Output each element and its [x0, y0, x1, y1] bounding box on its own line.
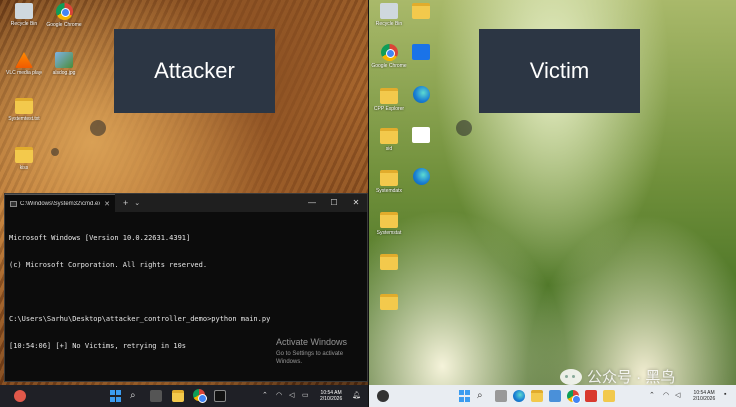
cpp-explorer-desktop-icon[interactable]: CPP Explorer	[371, 88, 407, 112]
weather-icon[interactable]	[377, 390, 389, 402]
image-desktop-icon[interactable]: alsdog.jpg	[46, 52, 82, 76]
windows-start-icon[interactable]	[110, 390, 122, 402]
edge-desktop-icon[interactable]	[403, 86, 439, 103]
close-icon[interactable]: ✕	[345, 194, 367, 212]
notification-icon[interactable]: 🔔︎	[352, 391, 361, 399]
systemdatx-desktop-icon[interactable]: Systemdatx	[371, 170, 407, 194]
folder-icon	[380, 212, 398, 228]
folder-icon	[15, 147, 33, 163]
cmd-icon	[10, 200, 17, 207]
document-icon	[412, 127, 430, 143]
vlc-icon	[15, 52, 33, 68]
task-view-icon[interactable]	[495, 390, 507, 402]
edge-icon	[412, 168, 430, 185]
task-view-icon[interactable]	[150, 390, 162, 402]
victim-label: Victim	[479, 29, 640, 113]
folder-icon	[380, 294, 398, 310]
wechat-icon	[560, 368, 582, 385]
vlc-desktop-icon[interactable]: VLC media player.lnk	[6, 52, 42, 76]
file-explorer-icon[interactable]	[172, 390, 184, 402]
app-desktop-icon[interactable]	[403, 44, 439, 60]
chrome-taskbar-icon[interactable]	[567, 390, 581, 404]
clock[interactable]: 10:54 AM 2/10/2026	[320, 390, 342, 402]
file-explorer-icon[interactable]	[531, 390, 543, 402]
chrome-desktop-icon[interactable]: Google Chrome	[371, 44, 407, 69]
app-taskbar-icon[interactable]	[603, 390, 615, 402]
weather-icon[interactable]	[14, 390, 26, 402]
victim-desktop: Victim Recycle Bin Google Chrome CPP Exp…	[369, 0, 736, 407]
app-icon	[412, 44, 430, 60]
chrome-icon	[380, 44, 398, 61]
folder-icon	[380, 254, 398, 270]
edge-desktop-icon[interactable]	[403, 168, 439, 185]
windows-start-icon[interactable]	[459, 390, 471, 402]
clock[interactable]: 10:54 AM 2/10/2026	[693, 390, 715, 402]
terminal-taskbar-icon[interactable]	[214, 390, 226, 402]
folder-desktop-icon[interactable]	[371, 294, 407, 310]
folder-icon	[15, 98, 33, 114]
new-tab-icon[interactable]: +	[123, 198, 128, 208]
systemstat-desktop-icon[interactable]: Systemstat	[371, 212, 407, 236]
folder-icon	[380, 88, 398, 104]
terminal-line: (c) Microsoft Corporation. All rights re…	[9, 261, 208, 269]
chrome-icon	[55, 3, 73, 20]
search-icon[interactable]: ⌕	[477, 390, 489, 402]
folder-icon	[412, 3, 430, 19]
watermark: 公众号 · 黑鸟	[560, 366, 675, 387]
chrome-desktop-icon[interactable]: Google Chrome	[46, 3, 82, 28]
terminal-line: ​	[9, 288, 363, 297]
activate-windows-notice: Activate Windows Go to Settings to activ…	[276, 337, 348, 365]
recycle-bin-icon	[15, 3, 33, 19]
app-taskbar-icon[interactable]	[585, 390, 597, 402]
attacker-label: Attacker	[114, 29, 275, 113]
folder-desktop-icon[interactable]	[371, 254, 407, 270]
recycle-bin-icon	[380, 3, 398, 19]
chrome-taskbar-icon[interactable]	[193, 389, 207, 403]
folder-icon	[380, 128, 398, 144]
cursor-marker	[456, 120, 472, 136]
cursor-marker	[90, 120, 106, 136]
battery-icon[interactable]: ▭	[302, 391, 309, 399]
search-icon[interactable]: ⌕	[130, 390, 142, 402]
chevron-down-icon[interactable]: ⌄	[134, 199, 140, 207]
edge-icon	[412, 86, 430, 103]
folder-desktop-icon[interactable]	[403, 3, 439, 19]
kiss-desktop-icon[interactable]: kiss	[6, 147, 42, 171]
maximize-icon[interactable]: ☐	[323, 194, 345, 212]
network-icon[interactable]: ◠	[276, 391, 282, 399]
terminal-line: C:\Users\Sarhu\Desktop\attacker_controll…	[9, 315, 271, 323]
folder-icon	[380, 170, 398, 186]
terminal-titlebar[interactable]: C:\Windows\System32\cmd.exe ✕ + ⌄ — ☐ ✕	[5, 194, 367, 212]
close-tab-icon[interactable]: ✕	[104, 200, 110, 208]
terminal-line: Microsoft Windows [Version 10.0.22631.43…	[9, 234, 191, 242]
document-desktop-icon[interactable]	[403, 127, 439, 143]
image-icon	[55, 52, 73, 68]
terminal-tab[interactable]: C:\Windows\System32\cmd.exe ✕	[5, 194, 115, 212]
systemtest-desktop-icon[interactable]: Systemtest.txt	[6, 98, 42, 122]
terminal-window[interactable]: C:\Windows\System32\cmd.exe ✕ + ⌄ — ☐ ✕ …	[4, 193, 368, 382]
edge-taskbar-icon[interactable]	[513, 390, 525, 402]
chevron-up-icon[interactable]: ⌃	[649, 391, 655, 399]
store-icon[interactable]	[549, 390, 561, 402]
victim-taskbar: ⌕ ⌃ ◠ ◁ 10:54 AM 2/10/2026 ▪	[369, 385, 736, 407]
chevron-up-icon[interactable]: ⌃	[262, 391, 268, 399]
cursor-marker	[51, 148, 59, 156]
sid-desktop-icon[interactable]: sid	[371, 128, 407, 152]
recycle-bin-desktop-icon[interactable]: Recycle Bin	[371, 3, 407, 27]
attacker-taskbar: ⌕ ⌃ ◠ ◁ ▭ 10:54 AM 2/10/2026 🔔︎	[0, 385, 368, 407]
attacker-desktop: Attacker Recycle Bin Google Chrome VLC m…	[0, 0, 368, 407]
notification-icon[interactable]: ▪	[724, 391, 726, 398]
network-icon[interactable]: ◠	[663, 391, 669, 399]
volume-icon[interactable]: ◁	[675, 391, 680, 399]
minimize-icon[interactable]: —	[301, 194, 323, 212]
volume-icon[interactable]: ◁	[289, 391, 294, 399]
recycle-bin-desktop-icon[interactable]: Recycle Bin	[6, 3, 42, 27]
